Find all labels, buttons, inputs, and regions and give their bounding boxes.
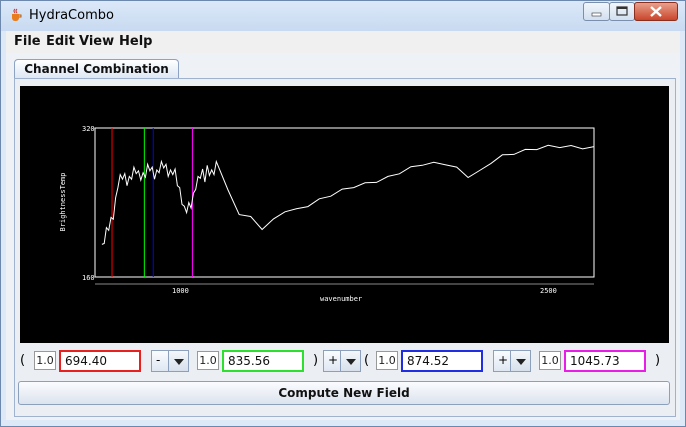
- spectrum-chart[interactable]: BrightnessTemp 320 160 1000 2500 wavenum…: [20, 86, 669, 343]
- spectrum-series: [101, 144, 595, 245]
- title-bar[interactable]: HydraCombo: [1, 1, 685, 31]
- java-cup-icon: [12, 8, 22, 21]
- hydracombo-window: HydraCombo File Edit View Help Channel C…: [0, 0, 686, 427]
- operator-2-label: +: [328, 353, 339, 367]
- x-tick-1000: 1000: [172, 287, 189, 295]
- plot-frame: [94, 127, 595, 278]
- chevron-down-icon[interactable]: [510, 351, 530, 371]
- channel-markers: [111, 128, 193, 277]
- compute-new-field-button[interactable]: Compute New Field: [18, 381, 670, 405]
- menu-help[interactable]: Help: [119, 34, 152, 49]
- operator-3-dropdown[interactable]: +: [493, 350, 531, 372]
- main-content: Channel Combination Tool BrightnessTemp …: [6, 53, 680, 420]
- wavenumber-4-field[interactable]: 1045.73: [564, 350, 646, 372]
- tool-panel: BrightnessTemp 320 160 1000 2500 wavenum…: [14, 78, 676, 417]
- close-icon: [650, 6, 662, 17]
- open-paren-1: (: [20, 353, 26, 368]
- x-tick-2500: 2500: [540, 287, 557, 295]
- chevron-down-icon[interactable]: [340, 351, 360, 371]
- minimize-button[interactable]: [583, 2, 610, 21]
- minimize-icon: [591, 12, 602, 17]
- menu-file[interactable]: File: [14, 34, 41, 49]
- tab-channel-combination-tool[interactable]: Channel Combination Tool: [14, 59, 179, 95]
- coefficient-3[interactable]: 1.0: [376, 351, 398, 370]
- wavenumber-1-field[interactable]: 694.40: [59, 350, 141, 372]
- maximize-button[interactable]: [609, 2, 635, 21]
- operator-1-label: -: [156, 353, 161, 367]
- menu-edit[interactable]: Edit: [46, 34, 75, 49]
- close-paren-2: ): [655, 353, 661, 368]
- wavenumber-2-field[interactable]: 835.56: [222, 350, 304, 372]
- maximize-icon: [616, 6, 628, 16]
- operator-1-dropdown[interactable]: -: [151, 350, 189, 372]
- spectrum-plot[interactable]: BrightnessTemp 320 160 1000 2500 wavenum…: [20, 86, 669, 343]
- menu-bar: File Edit View Help: [6, 31, 680, 53]
- combination-row: ( 1.0 694.40 - 1.0 835.56 ) + ( 1.0 874.…: [15, 348, 675, 374]
- chevron-down-icon[interactable]: [168, 351, 188, 371]
- coefficient-2[interactable]: 1.0: [197, 351, 219, 370]
- operator-3-label: +: [498, 353, 509, 367]
- close-button[interactable]: [634, 2, 678, 21]
- wavenumber-3-field[interactable]: 874.52: [401, 350, 483, 372]
- y-tick-top: 320: [82, 125, 95, 133]
- open-paren-2: (: [364, 353, 370, 368]
- operator-2-dropdown[interactable]: +: [323, 350, 361, 372]
- y-axis-label: BrightnessTemp: [59, 172, 67, 231]
- close-paren-1: ): [313, 353, 319, 368]
- coefficient-1[interactable]: 1.0: [34, 351, 56, 370]
- y-tick-bottom: 160: [82, 274, 95, 282]
- menu-view[interactable]: View: [79, 34, 114, 49]
- window-title: HydraCombo: [29, 8, 114, 23]
- coefficient-4[interactable]: 1.0: [539, 351, 561, 370]
- x-axis-label: wavenumber: [320, 295, 362, 303]
